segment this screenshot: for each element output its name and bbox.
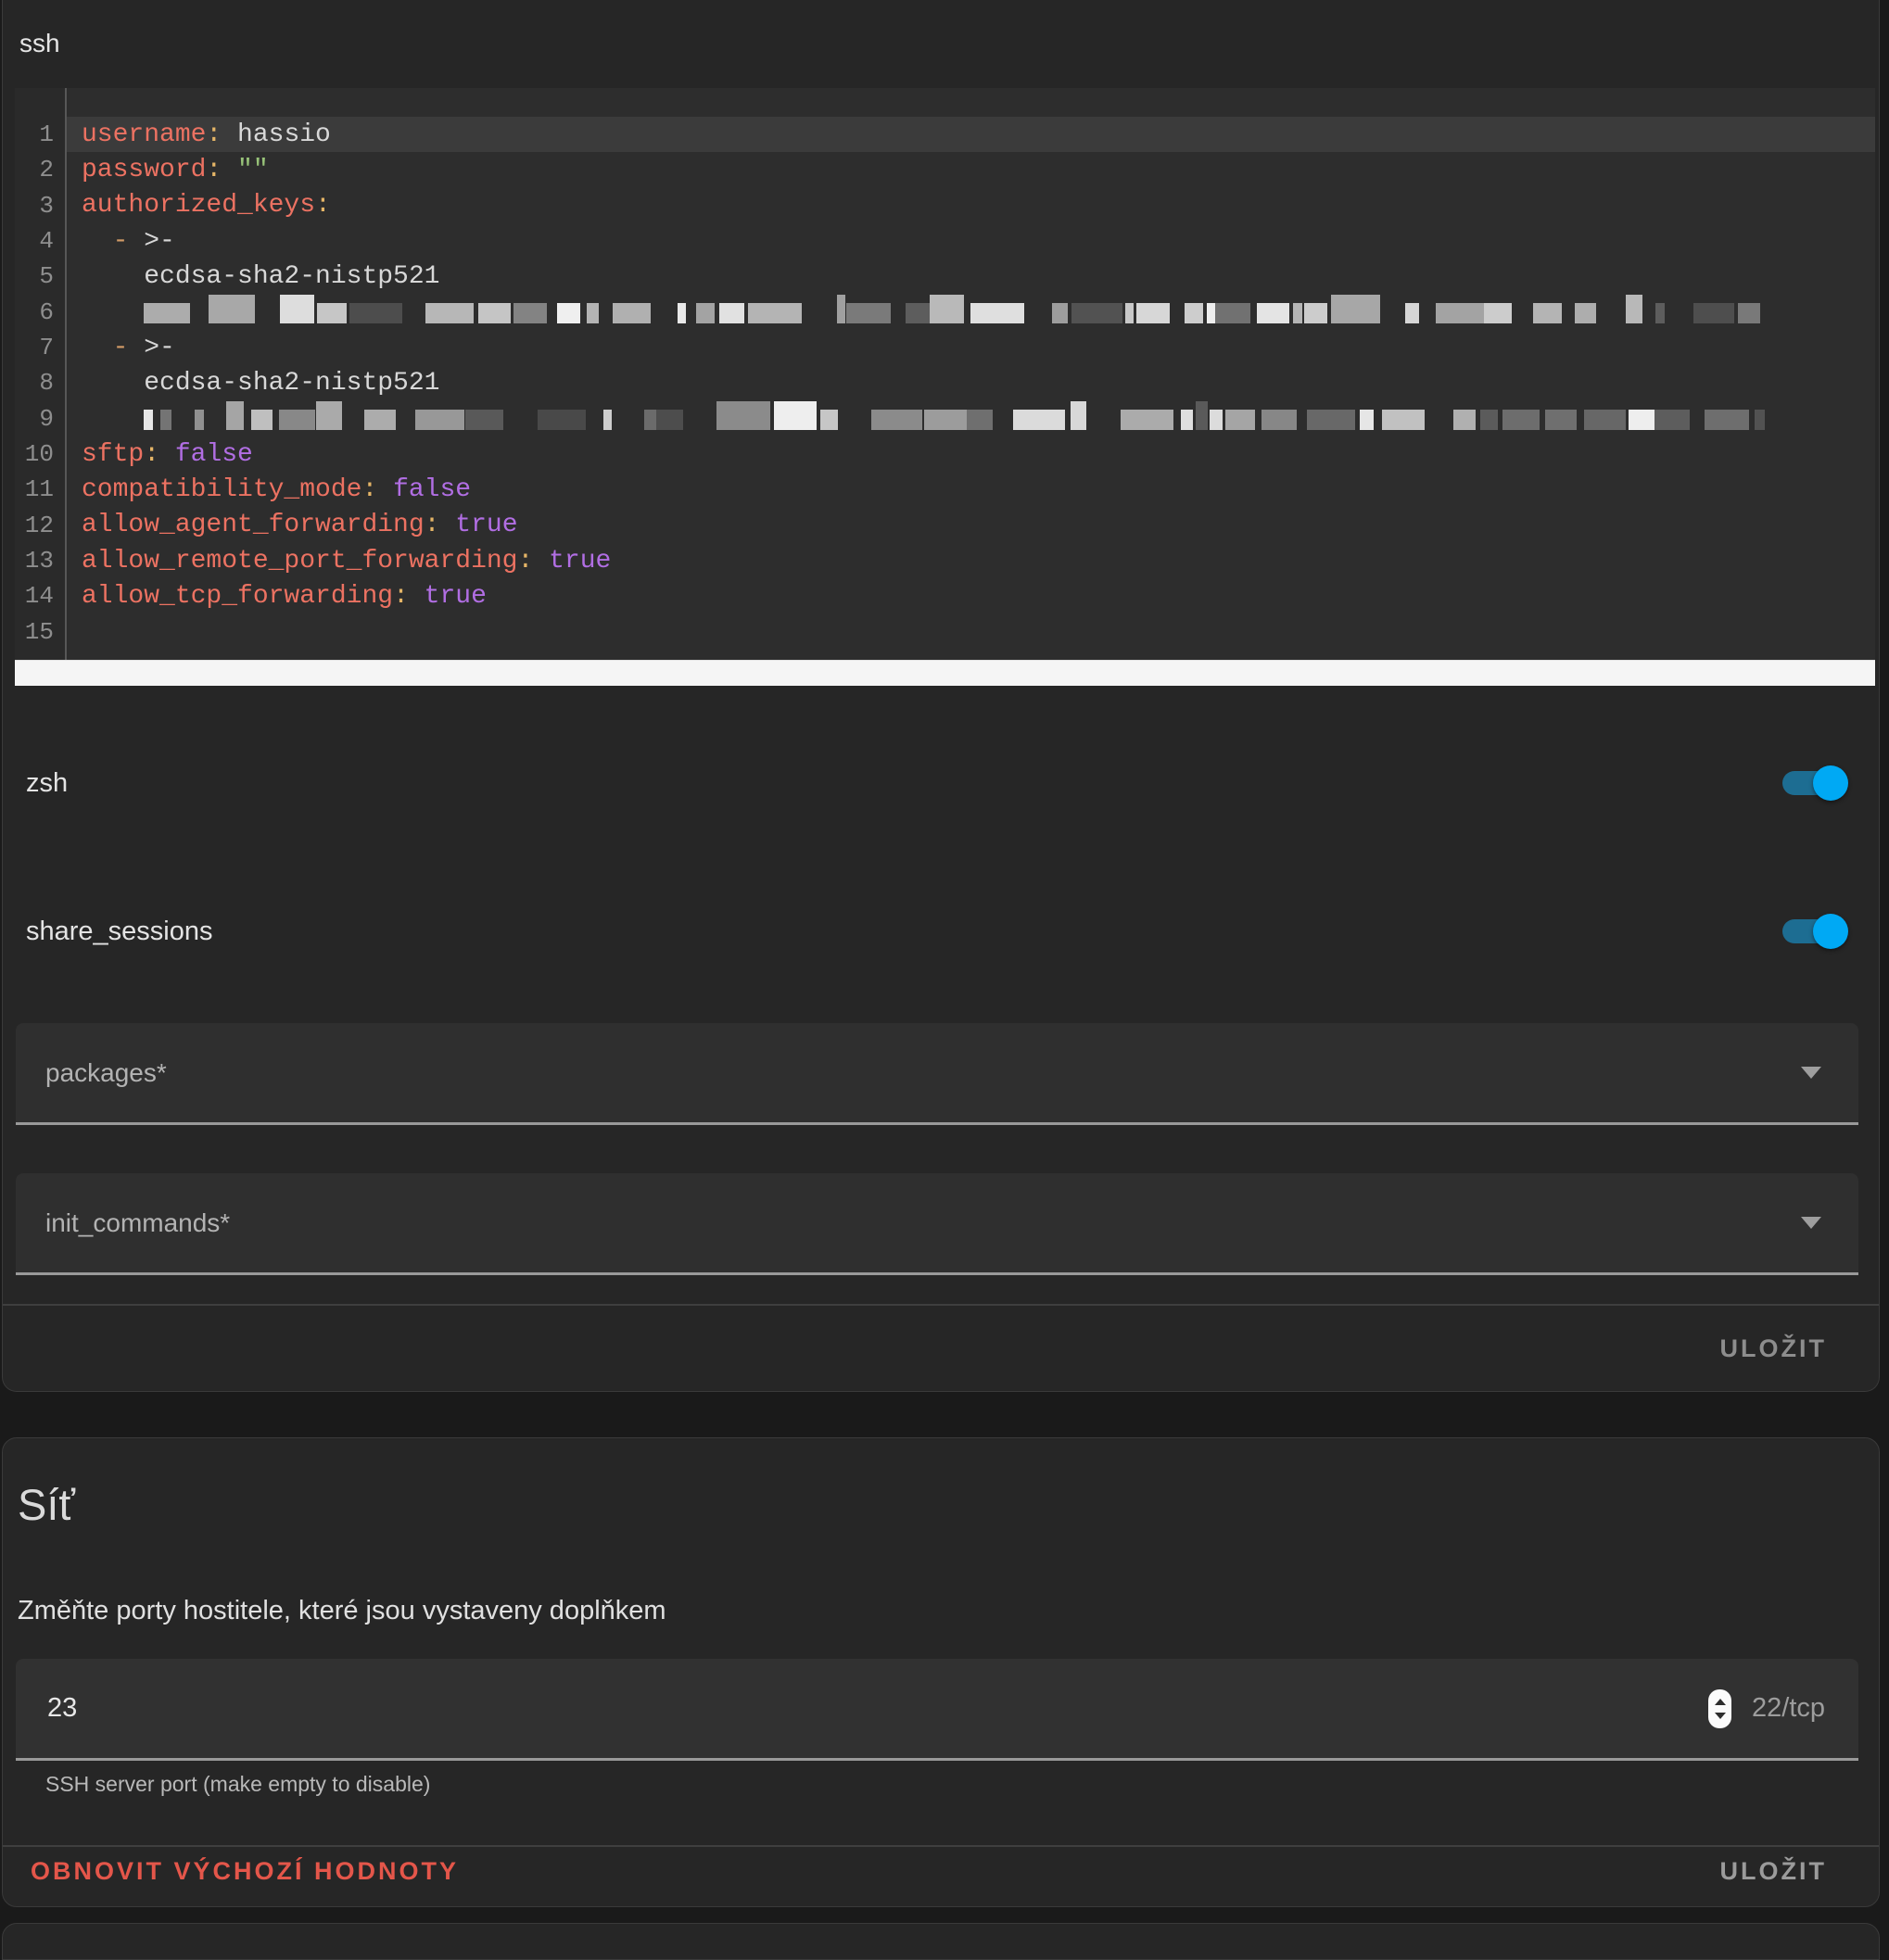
next-card-edge <box>2 1923 1880 1960</box>
ssh-port-input[interactable] <box>45 1692 1708 1725</box>
save-network-button[interactable]: ULOŽIT <box>1720 1857 1827 1886</box>
save-config-button[interactable]: ULOŽIT <box>1720 1334 1827 1363</box>
packages-select[interactable]: packages* <box>16 1023 1858 1125</box>
code-line: allow_remote_port_forwarding: true <box>67 543 1875 578</box>
code-line: ecdsa-sha2-nistp521 <box>67 365 1875 400</box>
init-commands-label: init_commands* <box>45 1208 230 1238</box>
line-number: 12 <box>15 508 65 543</box>
footer-divider <box>3 1845 1879 1847</box>
code-line: ecdsa-sha2-nistp521 <box>67 259 1875 294</box>
line-number: 7 <box>15 330 65 365</box>
stepper-down-icon <box>1715 1713 1726 1719</box>
line-number: 14 <box>15 578 65 613</box>
code-line <box>67 401 1875 436</box>
code-line: password: "" <box>67 152 1875 187</box>
code-line: allow_agent_forwarding: true <box>67 508 1875 543</box>
toggle-thumb <box>1813 765 1848 801</box>
code-line: - >- <box>67 223 1875 259</box>
code-line: sftp: false <box>67 436 1875 472</box>
redacted-key-blur <box>144 295 1875 330</box>
code-line <box>67 295 1875 330</box>
ssh-port-field: 22/tcp <box>16 1659 1858 1761</box>
ssh-config-card: ssh 123456789101112131415 username: hass… <box>2 0 1880 1392</box>
init-commands-select[interactable]: init_commands* <box>16 1173 1858 1275</box>
code-lines: username: hassiopassword: ""authorized_k… <box>67 88 1875 686</box>
line-number: 11 <box>15 472 65 507</box>
line-number: 4 <box>15 223 65 259</box>
line-number: 13 <box>15 543 65 578</box>
line-number: 8 <box>15 365 65 400</box>
toggle-thumb <box>1813 914 1848 949</box>
code-line: authorized_keys: <box>67 188 1875 223</box>
code-line: - >- <box>67 330 1875 365</box>
ssh-option-label: ssh <box>19 29 60 58</box>
line-number: 3 <box>15 188 65 223</box>
code-line: compatibility_mode: false <box>67 472 1875 507</box>
stepper-up-icon <box>1715 1699 1726 1705</box>
zsh-toggle[interactable] <box>1782 771 1840 795</box>
code-line <box>67 614 1875 650</box>
line-number: 9 <box>15 401 65 436</box>
line-number: 5 <box>15 259 65 294</box>
share-sessions-toggle[interactable] <box>1782 919 1840 943</box>
number-stepper[interactable] <box>1708 1689 1731 1728</box>
share-sessions-label: share_sessions <box>26 917 213 947</box>
line-number: 6 <box>15 295 65 330</box>
line-number: 10 <box>15 436 65 472</box>
packages-label: packages* <box>45 1058 167 1088</box>
line-number: 1 <box>15 117 65 152</box>
zsh-label: zsh <box>26 768 68 799</box>
redacted-key-blur <box>144 401 1875 436</box>
network-card: Síť Změňte porty hostitele, které jsou v… <box>2 1437 1880 1907</box>
network-title: Síť <box>18 1479 75 1530</box>
yaml-code-editor[interactable]: 123456789101112131415 username: hassiopa… <box>15 88 1875 686</box>
gutter: 123456789101112131415 <box>15 88 67 686</box>
line-number: 2 <box>15 152 65 187</box>
code-line: username: hassio <box>67 117 1875 152</box>
line-number: 15 <box>15 614 65 650</box>
share-sessions-row: share_sessions <box>26 904 1840 959</box>
chevron-down-icon <box>1801 1067 1821 1079</box>
port-helper-text: SSH server port (make empty to disable) <box>45 1772 430 1797</box>
footer-divider <box>3 1304 1879 1306</box>
chevron-down-icon <box>1801 1217 1821 1229</box>
network-description: Změňte porty hostitele, které jsou vysta… <box>18 1596 666 1626</box>
reset-defaults-button[interactable]: OBNOVIT VÝCHOZÍ HODNOTY <box>31 1857 459 1886</box>
zsh-row: zsh <box>26 755 1840 811</box>
container-port-label: 22/tcp <box>1752 1693 1825 1724</box>
code-line: allow_tcp_forwarding: true <box>67 578 1875 613</box>
editor-horizontal-scrollbar[interactable] <box>15 660 1875 686</box>
